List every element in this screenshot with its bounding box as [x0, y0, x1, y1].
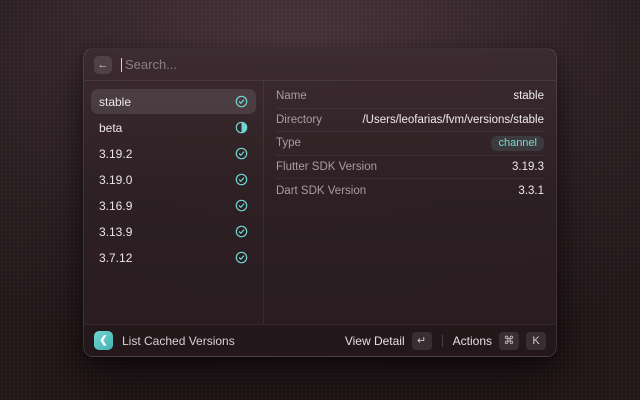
- detail-label: Type: [276, 137, 301, 149]
- fvm-extension-icon: ❮: [94, 331, 113, 350]
- list-item-label: 3.19.2: [99, 147, 132, 161]
- text-caret: [121, 58, 122, 72]
- list-item-label: 3.16.9: [99, 199, 132, 213]
- list-item-3-19-0[interactable]: 3.19.0: [91, 167, 256, 192]
- detail-label: Dart SDK Version: [276, 185, 366, 197]
- list-item-3-7-12[interactable]: 3.7.12: [91, 245, 256, 270]
- list-item-3-13-9[interactable]: 3.13.9: [91, 219, 256, 244]
- detail-label: Directory: [276, 114, 322, 126]
- check-circle-icon: [235, 225, 248, 238]
- list-item-label: 3.19.0: [99, 173, 132, 187]
- list-item-label: 3.13.9: [99, 225, 132, 239]
- enter-keycap: ↵: [412, 332, 432, 350]
- detail-label: Flutter SDK Version: [276, 161, 377, 173]
- version-list: stable beta 3.19.2 3.19.0: [84, 81, 264, 324]
- back-arrow-icon: ←: [98, 59, 109, 71]
- detail-row-flutter-sdk: Flutter SDK Version 3.19.3: [276, 156, 544, 180]
- check-circle-icon: [235, 199, 248, 212]
- launcher-window: ← Search... stable beta 3.19.2: [83, 48, 557, 357]
- detail-row-type: Type channel: [276, 132, 544, 156]
- view-detail-button[interactable]: View Detail: [345, 334, 405, 348]
- flutter-logo-glyph: ❮: [99, 335, 107, 346]
- channel-tag: channel: [491, 136, 544, 151]
- extension-name: List Cached Versions: [122, 334, 235, 348]
- list-item-stable[interactable]: stable: [91, 89, 256, 114]
- window-body: stable beta 3.19.2 3.19.0: [84, 81, 556, 324]
- list-item-3-16-9[interactable]: 3.16.9: [91, 193, 256, 218]
- list-item-label: 3.7.12: [99, 251, 132, 265]
- back-button[interactable]: ←: [94, 56, 112, 74]
- list-item-label: stable: [99, 95, 131, 109]
- detail-value: 3.19.3: [512, 161, 544, 173]
- footer-divider: [442, 335, 443, 347]
- detail-row-dart-sdk: Dart SDK Version 3.3.1: [276, 179, 544, 203]
- check-circle-icon: [235, 251, 248, 264]
- cmd-keycap: ⌘: [499, 332, 519, 350]
- list-item-beta[interactable]: beta: [91, 115, 256, 140]
- footer-actions: View Detail ↵ Actions ⌘ K: [345, 332, 546, 350]
- search-bar: ← Search...: [84, 49, 556, 81]
- check-circle-icon: [235, 147, 248, 160]
- list-item-label: beta: [99, 121, 122, 135]
- detail-value: 3.3.1: [518, 185, 544, 197]
- search-input[interactable]: Search...: [125, 57, 177, 72]
- actions-menu-button[interactable]: Actions: [453, 334, 492, 348]
- detail-panel: Name stable Directory /Users/leofarias/f…: [264, 81, 556, 324]
- list-item-3-19-2[interactable]: 3.19.2: [91, 141, 256, 166]
- check-circle-icon: [235, 173, 248, 186]
- detail-value: /Users/leofarias/fvm/versions/stable: [362, 114, 544, 126]
- detail-row-directory: Directory /Users/leofarias/fvm/versions/…: [276, 109, 544, 133]
- action-bar: ❮ List Cached Versions View Detail ↵ Act…: [84, 324, 556, 356]
- detail-label: Name: [276, 90, 307, 102]
- check-circle-icon: [235, 95, 248, 108]
- detail-value: stable: [513, 90, 544, 102]
- half-circle-icon: [235, 121, 248, 134]
- k-keycap: K: [526, 332, 546, 350]
- detail-row-name: Name stable: [276, 85, 544, 109]
